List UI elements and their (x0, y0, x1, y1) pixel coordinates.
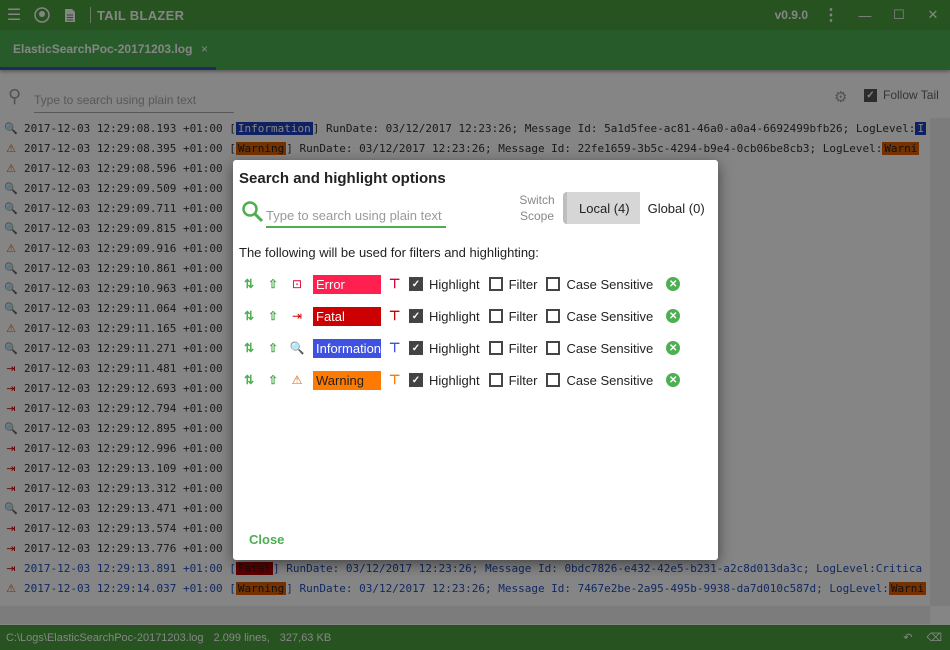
filter-label: Filter (508, 276, 538, 292)
filter-label: Filter (508, 308, 538, 324)
highlight-label: Highlight (429, 308, 480, 324)
highlight-label: Highlight (429, 372, 480, 388)
dialog-search-icon (241, 200, 265, 230)
highlight-checkbox[interactable]: ✓ (409, 341, 423, 355)
case-sensitive-checkbox[interactable] (546, 373, 561, 387)
scope-global-option[interactable]: Global (0) (640, 201, 717, 216)
sort-icon[interactable]: ⇅ (239, 277, 259, 291)
highlight-label: Highlight (429, 276, 480, 292)
case-sensitive-label: Case Sensitive (566, 276, 654, 292)
paint-brush-icon[interactable]: ⊤ (389, 340, 403, 356)
dialog-title: Search and highlight options (239, 170, 446, 187)
filter-checkbox[interactable] (488, 309, 503, 323)
move-up-icon[interactable]: ⇧ (263, 309, 283, 323)
highlight-checkbox[interactable]: ✓ (409, 277, 423, 291)
sort-icon[interactable]: ⇅ (239, 373, 259, 387)
filter-label: Filter (508, 372, 538, 388)
filter-label: Filter (508, 340, 538, 356)
error-icon: ⊡ (291, 277, 303, 291)
sort-icon[interactable]: ⇅ (239, 341, 259, 355)
case-sensitive-label: Case Sensitive (566, 340, 654, 356)
rule-row: ⇅ ⇧ ⚠ Warning ⊤ ✓ Highlight Filter Case Sensitiv… (239, 369, 681, 391)
scope-local-option[interactable]: Local (4) (563, 192, 640, 224)
move-up-icon[interactable]: ⇧ (263, 373, 283, 387)
close-button[interactable]: Close (249, 532, 284, 547)
warning-icon: ⚠ (291, 373, 303, 387)
filter-checkbox[interactable] (488, 341, 503, 355)
rule-text-input[interactable]: Error (313, 274, 381, 294)
rule-row: ⇅ ⇧ ⇥ Fatal ⊤ ✓ Highlight Filter Case Sensitive ✕ (239, 305, 681, 327)
sort-icon[interactable]: ⇅ (239, 309, 259, 323)
delete-rule-icon[interactable]: ✕ (666, 277, 681, 291)
delete-rule-icon[interactable]: ✕ (666, 309, 681, 323)
move-up-icon[interactable]: ⇧ (263, 341, 283, 355)
rule-text-input[interactable]: Information (313, 338, 381, 358)
paint-brush-icon[interactable]: ⊤ (389, 372, 403, 388)
information-icon: 🔍 (289, 341, 305, 355)
scope-switch[interactable]: Local (4) Global (0) (563, 192, 717, 224)
case-sensitive-label: Case Sensitive (566, 372, 654, 388)
rule-row: ⇅ ⇧ ⊡ Error ⊤ ✓ Highlight Filter Case Sensitive ✕ (239, 273, 681, 295)
highlight-checkbox[interactable]: ✓ (409, 309, 423, 323)
case-sensitive-checkbox[interactable] (546, 309, 561, 323)
paint-brush-icon[interactable]: ⊤ (389, 308, 403, 324)
rule-text-input[interactable]: Fatal (313, 306, 381, 326)
highlight-checkbox[interactable]: ✓ (409, 373, 423, 387)
fatal-icon: ⇥ (291, 309, 303, 323)
case-sensitive-checkbox[interactable] (546, 277, 561, 291)
rule-text-input[interactable]: Warning (313, 370, 381, 390)
dialog-search-input[interactable]: Type to search using plain text (266, 206, 446, 228)
delete-rule-icon[interactable]: ✕ (666, 373, 681, 387)
filter-checkbox[interactable] (488, 373, 503, 387)
switch-scope-label: Switch Scope (519, 193, 555, 223)
case-sensitive-checkbox[interactable] (546, 341, 561, 355)
paint-brush-icon[interactable]: ⊤ (389, 276, 403, 292)
filter-checkbox[interactable] (488, 277, 503, 291)
dialog-description: The following will be used for filters a… (239, 245, 539, 260)
case-sensitive-label: Case Sensitive (566, 308, 654, 324)
delete-rule-icon[interactable]: ✕ (666, 341, 681, 355)
highlight-label: Highlight (429, 340, 480, 356)
rule-row: ⇅ ⇧ 🔍 Information ⊤ ✓ Highlight Filter Case Sens… (239, 337, 681, 359)
move-up-icon[interactable]: ⇧ (263, 277, 283, 291)
search-highlight-dialog: Search and highlight options Type to sea… (233, 160, 718, 560)
